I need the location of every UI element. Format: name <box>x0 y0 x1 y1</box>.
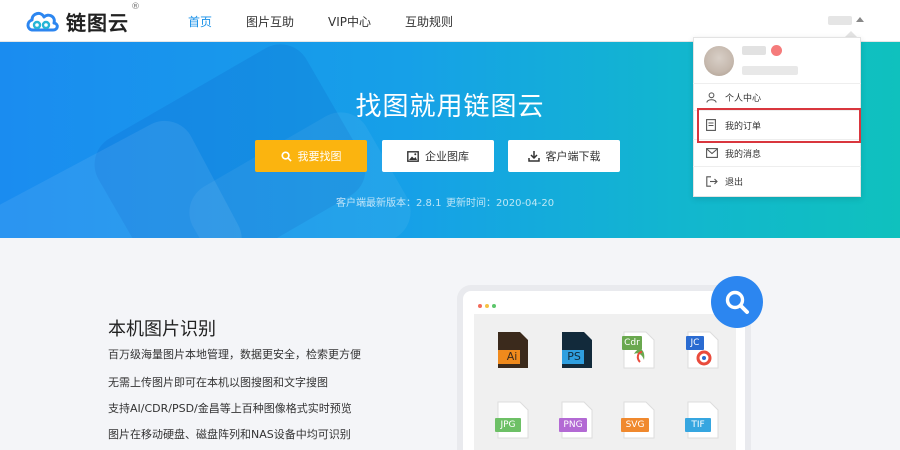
feature-title: 本机图片识别 <box>108 319 216 340</box>
jpg-file-icon: JPG <box>494 400 530 440</box>
client-download-button[interactable]: 客户端下载 <box>508 140 620 172</box>
cdr-file-icon: Cdr <box>620 330 656 370</box>
brand-name: 链图云 <box>66 10 129 35</box>
feature-line: 无需上传图片即可在本机以图搜图和文字搜图 <box>108 376 328 389</box>
nav-item-image-help[interactable]: 图片互助 <box>246 0 294 42</box>
feature-line: 图片在移动硬盘、磁盘阵列和NAS设备中均可识别 <box>108 428 351 441</box>
user-icon <box>706 91 718 103</box>
find-image-button[interactable]: 我要找图 <box>255 140 367 172</box>
top-header: 链图云 ® 首页 图片互助 VIP中心 互助规则 <box>0 0 900 42</box>
download-icon <box>527 150 540 162</box>
feature-section <box>0 238 900 450</box>
menu-item-profile[interactable]: 个人中心 <box>706 90 761 104</box>
file-tag: TIF <box>685 418 711 432</box>
image-icon <box>407 150 419 162</box>
highlight-box <box>697 108 861 143</box>
nav-item-help-rules[interactable]: 互助规则 <box>405 0 453 42</box>
magnifier-icon <box>711 276 763 328</box>
file-tag: SVG <box>621 418 649 432</box>
file-tag: JC <box>686 336 704 350</box>
menu-divider <box>693 166 861 167</box>
brand-logo[interactable]: 链图云 <box>24 6 129 36</box>
account-info-redacted <box>742 66 798 75</box>
user-menu-trigger[interactable] <box>828 16 852 25</box>
logout-icon <box>706 175 718 187</box>
client-version-text: 客户端最新版本：2.8.1 <box>336 198 442 209</box>
feature-line: 百万级海量图片本地管理，数据更安全，检索更方便 <box>108 348 361 361</box>
feature-line: 支持AI/CDR/PSD/金昌等上百种图像格式实时预览 <box>108 402 352 415</box>
menu-item-messages[interactable]: 我的消息 <box>706 146 761 160</box>
registered-mark: ® <box>131 2 140 12</box>
file-tag: JPG <box>495 418 521 432</box>
menu-item-logout[interactable]: 退出 <box>706 174 743 188</box>
nav-item-vip-center[interactable]: VIP中心 <box>328 0 371 42</box>
window-dot <box>478 304 482 308</box>
ps-file-icon: PS <box>558 330 594 370</box>
enterprise-gallery-button[interactable]: 企业图库 <box>382 140 494 172</box>
client-download-label: 客户端下载 <box>545 150 601 163</box>
search-icon <box>280 150 292 162</box>
file-tag: PNG <box>559 418 587 432</box>
svg-file-icon: SVG <box>620 400 656 440</box>
main-nav: 首页 图片互助 VIP中心 互助规则 <box>188 0 487 42</box>
username-redacted <box>742 46 766 55</box>
caret-up-icon[interactable] <box>856 17 864 22</box>
window-dot <box>485 304 489 308</box>
png-file-icon: PNG <box>558 400 594 440</box>
menu-item-label: 退出 <box>725 177 744 188</box>
update-date-text: 更新时间：2020-04-20 <box>446 198 555 209</box>
cloud-logo-icon <box>26 11 59 32</box>
mail-icon <box>706 148 718 158</box>
jc-file-icon: JC <box>684 330 720 370</box>
nav-item-home[interactable]: 首页 <box>188 0 212 42</box>
menu-item-label: 我的消息 <box>725 149 762 160</box>
avatar[interactable] <box>704 46 734 76</box>
file-tag: Ai <box>506 350 518 363</box>
tif-file-icon: TIF <box>684 400 720 440</box>
find-image-label: 我要找图 <box>297 150 342 163</box>
menu-item-label: 个人中心 <box>725 93 762 104</box>
vip-badge-icon <box>771 45 782 56</box>
file-tag: Cdr <box>622 336 642 350</box>
ai-file-icon: Ai <box>494 330 530 370</box>
window-dot <box>492 304 496 308</box>
enterprise-gallery-label: 企业图库 <box>425 150 469 163</box>
file-tag: PS <box>567 350 581 363</box>
menu-divider <box>693 83 861 84</box>
